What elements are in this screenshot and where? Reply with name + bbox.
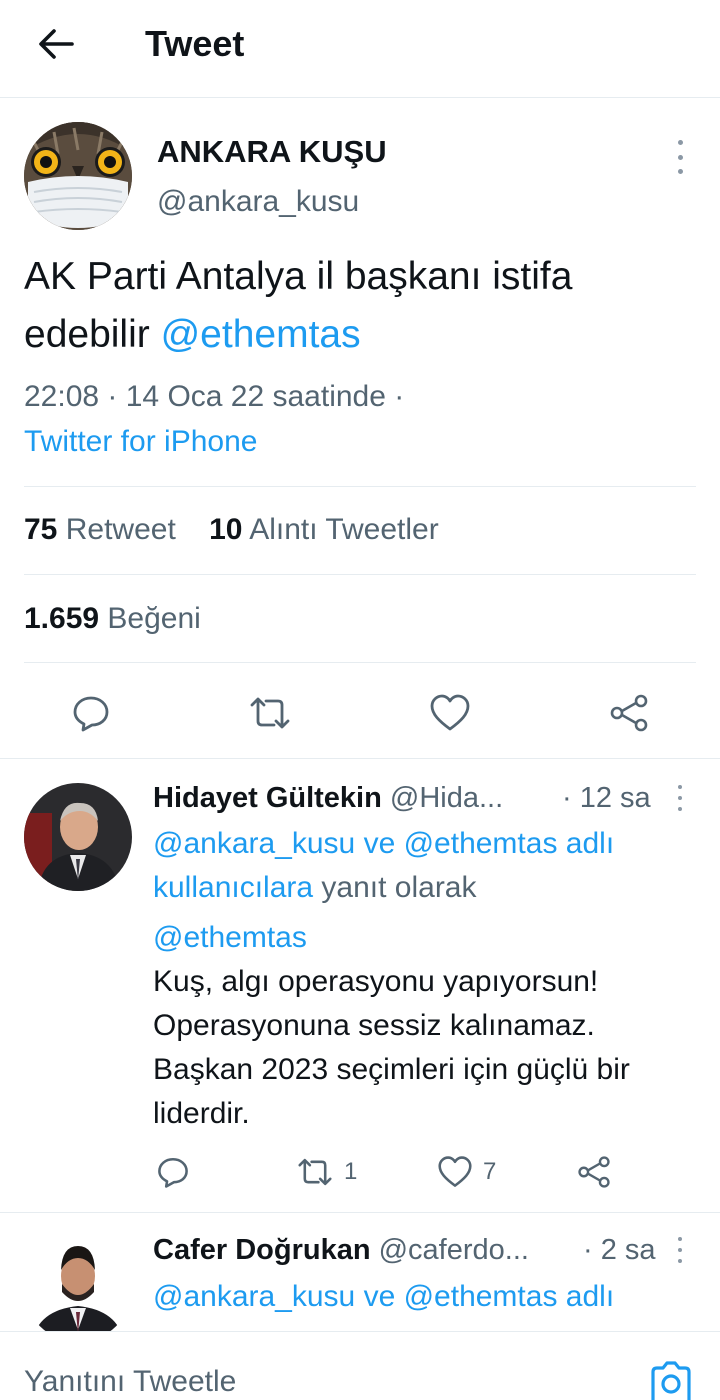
reply-author-name[interactable]: Cafer Doğrukan	[153, 1234, 371, 1266]
more-dot	[678, 807, 682, 811]
tweet-text: AK Parti Antalya il başkanı istifa edebi…	[24, 248, 696, 364]
more-dots-icon	[678, 785, 682, 789]
retweet-icon	[250, 697, 290, 729]
tweet-action-bar	[0, 680, 720, 746]
share-icon	[578, 1156, 610, 1188]
reply-button[interactable]	[66, 688, 116, 738]
tweet-mention-link[interactable]: @ethemtas	[161, 313, 361, 356]
like-button[interactable]	[425, 688, 475, 738]
retweet-count: 75	[24, 513, 58, 546]
share-icon	[610, 694, 648, 732]
retweet-button[interactable]	[245, 688, 295, 738]
reply-more-button[interactable]	[670, 1237, 690, 1263]
like-stat[interactable]: 1.659 Beğeni	[24, 599, 201, 639]
reply-to-users-link[interactable]: kullanıcılara	[153, 871, 313, 904]
more-dot	[678, 796, 682, 800]
reply-like-button[interactable]: 7	[437, 1147, 496, 1197]
section-separator	[0, 758, 720, 759]
like-label: Beğeni	[107, 602, 201, 635]
reply-action-bar: 1 7	[0, 1147, 720, 1197]
person-photo-avatar	[24, 1234, 132, 1342]
more-options-button[interactable]	[668, 140, 692, 174]
reply-author-handle[interactable]: @caferdo...	[379, 1234, 529, 1266]
reply-text: Kuş, algı operasyonu yapıyorsun! Operasy…	[153, 965, 630, 1130]
reply-icon	[158, 1157, 188, 1188]
author-handle[interactable]: @ankara_kusu	[157, 182, 359, 222]
page-title: Tweet	[145, 23, 245, 64]
reply-author-handle[interactable]: @Hida...	[390, 782, 503, 814]
retweet-icon	[298, 1158, 332, 1186]
reply-retweet-count: 1	[344, 1158, 358, 1185]
top-bar: Tweet	[0, 0, 720, 98]
quote-label: Alıntı Tweetler	[249, 513, 439, 546]
reply-retweet-button[interactable]: 1	[296, 1147, 357, 1197]
reply-time: · 2 sa	[583, 1234, 656, 1266]
reply-to-mentions[interactable]: @ankara_kusu ve @ethemtas adlı	[153, 1275, 614, 1319]
camera-icon	[651, 1361, 691, 1400]
retweet-label: Retweet	[65, 513, 176, 546]
reply-icon	[73, 696, 109, 732]
reply-reply-button[interactable]	[156, 1147, 190, 1197]
more-dot	[678, 1248, 682, 1252]
retweet-stat[interactable]: 75 Retweet	[24, 513, 176, 546]
arrow-left-icon	[39, 29, 74, 59]
engagement-stats: 75 Retweet 10 Alıntı Tweetler	[24, 510, 439, 550]
reply-share-button[interactable]	[576, 1147, 612, 1197]
share-button[interactable]	[604, 688, 654, 738]
heart-icon	[438, 1156, 472, 1187]
person-photo-avatar	[24, 783, 132, 891]
reply-avatar[interactable]	[24, 1234, 132, 1342]
reply-mention-link[interactable]: @ethemtas	[153, 916, 307, 960]
owl-avatar-image	[24, 122, 132, 230]
heart-icon	[430, 694, 470, 731]
reply-to-line: kullanıcılara yanıt olarak	[153, 866, 477, 910]
quote-count: 10	[209, 513, 243, 546]
reply-time: · 12 sa	[562, 782, 651, 814]
reply-like-count: 7	[483, 1158, 497, 1185]
reply-compose-input[interactable]: Yanıtını Tweetle	[24, 1362, 584, 1400]
divider	[24, 574, 696, 575]
reply-author-name[interactable]: Hidayet Gültekin	[153, 782, 382, 814]
reply-to-suffix: yanıt olarak	[313, 871, 477, 904]
tweet-source-link[interactable]: Twitter for iPhone	[24, 421, 257, 463]
divider	[24, 486, 696, 487]
reply-to-mentions[interactable]: @ankara_kusu ve @ethemtas adlı	[153, 822, 614, 866]
reply-avatar[interactable]	[24, 783, 132, 891]
more-dot	[677, 169, 683, 174]
more-dot	[677, 154, 683, 160]
more-dots-icon	[677, 140, 683, 145]
reply-more-button[interactable]	[670, 785, 690, 811]
more-dot	[678, 1259, 682, 1263]
section-separator	[0, 1212, 720, 1213]
tweet-timestamp: 22:08 · 14 Oca 22 saatinde ·	[24, 380, 405, 413]
quote-stat[interactable]: 10 Alıntı Tweetler	[209, 513, 439, 546]
reply-compose-bar: Yanıtını Tweetle	[0, 1331, 720, 1400]
camera-button[interactable]	[648, 1360, 694, 1400]
divider	[24, 662, 696, 663]
like-count: 1.659	[24, 602, 100, 635]
author-name[interactable]: ANKARA KUŞU	[157, 132, 387, 172]
author-avatar[interactable]	[24, 122, 132, 230]
back-button[interactable]	[28, 22, 84, 66]
more-dots-icon	[678, 1237, 682, 1241]
